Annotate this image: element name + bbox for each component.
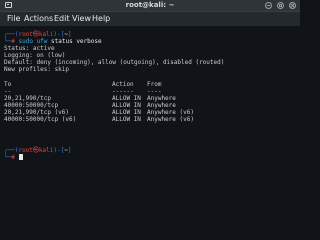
menu-file[interactable]: File — [7, 14, 20, 24]
prompt-user-host: root㉿kali — [18, 31, 54, 38]
terminal-window: root@kali: ~ File Actions Edit View Help… — [0, 0, 300, 236]
table-row: 20,21,990/tcp ALLOW IN Anywhere — [4, 95, 294, 102]
minimize-button[interactable] — [265, 2, 272, 9]
prompt-symbol: # — [11, 154, 15, 161]
output-logging: Logging: on (low) — [4, 52, 66, 59]
menu-help[interactable]: Help — [92, 14, 110, 24]
window-title: root@kali: ~ — [125, 1, 175, 9]
text-cursor — [19, 154, 23, 160]
row-action: ALLOW IN — [112, 116, 141, 123]
prompt-bracket: ┌──( — [4, 147, 19, 154]
command-sudo: sudo — [18, 38, 33, 45]
prompt-line-2: ┌──(root㉿kali)-[~] — [4, 147, 71, 154]
row-to: 40000:50000/tcp (v6) — [4, 116, 77, 123]
output-status: Status: active — [4, 45, 55, 52]
prompt-bracket: )-[ — [53, 147, 65, 154]
prompt-bracket: ┌──( — [4, 31, 19, 38]
menu-edit[interactable]: Edit — [54, 14, 70, 24]
table-row: 40000:50000/tcp ALLOW IN Anywhere — [4, 102, 294, 109]
close-button[interactable] — [289, 2, 296, 9]
table-divider: -- ------ ---- — [4, 88, 294, 95]
output-new-profiles: New profiles: skip — [4, 66, 70, 73]
prompt-bracket: ] — [67, 31, 72, 38]
prompt-line-1: ┌──(root㉿kali)-[~] — [4, 31, 71, 38]
prompt-bracket: ] — [67, 147, 72, 154]
menu-view[interactable]: View — [72, 14, 91, 24]
row-from: Anywhere (v6) — [147, 116, 194, 123]
table-row: 40000:50000/tcp (v6) ALLOW IN Anywhere (… — [4, 116, 294, 123]
command-line: └─# sudo ufw status verbose — [4, 38, 102, 45]
command-args: status verbose — [51, 38, 102, 45]
prompt-symbol: # — [11, 38, 15, 45]
table-header: To Action From — [4, 81, 294, 88]
menu-actions[interactable]: Actions — [24, 14, 53, 24]
terminal-output[interactable]: ┌──(root㉿kali)-[~] └─# sudo ufw status v… — [4, 31, 296, 231]
command-ufw: ufw — [36, 38, 48, 45]
menu-bar: File Actions Edit View Help — [0, 12, 300, 26]
output-default: Default: deny (incoming), allow (outgoin… — [4, 59, 225, 66]
prompt-user-host: root㉿kali — [18, 147, 54, 154]
table-row: 20,21,990/tcp (v6) ALLOW IN Anywhere (v6… — [4, 109, 294, 116]
title-bar[interactable]: root@kali: ~ — [0, 0, 300, 12]
input-line[interactable]: └─# — [4, 154, 18, 161]
prompt-bracket: )-[ — [53, 31, 65, 38]
maximize-button[interactable] — [277, 2, 284, 9]
